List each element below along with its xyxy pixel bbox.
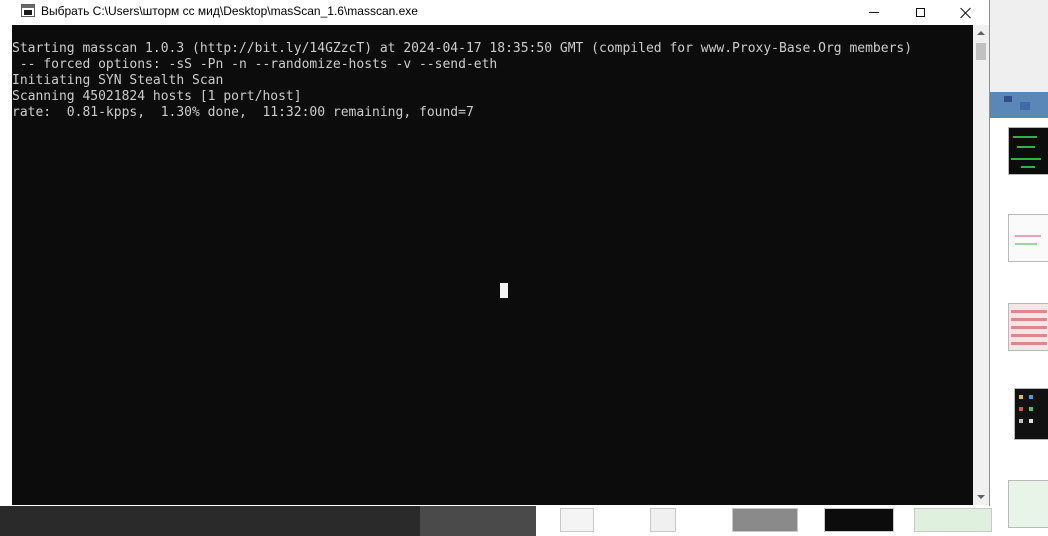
title-bar[interactable]: Выбрать C:\Users\шторм сс мид\Desktop\ma… xyxy=(0,0,989,25)
thumbnail-image[interactable] xyxy=(650,508,676,532)
thumbnail-image[interactable] xyxy=(824,508,894,532)
thumbnail-image[interactable] xyxy=(1008,480,1048,528)
minimize-button[interactable] xyxy=(851,0,897,25)
desktop-shade xyxy=(420,505,536,536)
window-title: Выбрать C:\Users\шторм сс мид\Desktop\ma… xyxy=(41,4,418,18)
console-output[interactable]: Starting masscan 1.0.3 (http://bit.ly/14… xyxy=(12,25,973,505)
console-text: Starting masscan 1.0.3 (http://bit.ly/14… xyxy=(12,41,912,121)
close-button[interactable] xyxy=(943,0,989,25)
text-cursor xyxy=(500,283,508,298)
close-icon xyxy=(960,7,972,19)
console-line: rate: 0.81-kpps, 1.30% done, 11:32:00 re… xyxy=(12,105,474,120)
console-line: Starting masscan 1.0.3 (http://bit.ly/14… xyxy=(12,41,913,56)
scroll-up-icon[interactable] xyxy=(977,31,985,35)
console-line: -- forced options: -sS -Pn -n --randomiz… xyxy=(12,57,498,72)
thumbnail-image[interactable] xyxy=(914,508,992,532)
console-icon[interactable] xyxy=(21,4,35,17)
console-line: Scanning 45021824 hosts [1 port/host] xyxy=(12,89,302,104)
window-border-left xyxy=(0,25,12,505)
maximize-button[interactable] xyxy=(897,0,943,25)
thumbnail-image[interactable] xyxy=(1008,214,1048,262)
scrollbar-thumb[interactable] xyxy=(976,43,986,60)
thumbnail-image[interactable] xyxy=(1008,303,1048,351)
desktop-background xyxy=(0,505,536,536)
thumbnail-image[interactable] xyxy=(1008,127,1048,175)
background-strip-header xyxy=(990,0,1048,92)
background-image-thumbnail xyxy=(990,92,1048,118)
console-line: Initiating SYN Stealth Scan xyxy=(12,73,224,88)
minimize-icon xyxy=(869,12,879,13)
maximize-icon xyxy=(915,8,925,17)
thumbnail-image[interactable] xyxy=(1014,388,1048,440)
thumbnail-image[interactable] xyxy=(560,508,594,532)
thumbnail-image[interactable] xyxy=(732,508,798,532)
console-window: Выбрать C:\Users\шторм сс мид\Desktop\ma… xyxy=(0,0,990,506)
scroll-down-icon[interactable] xyxy=(977,495,985,499)
vertical-scrollbar[interactable] xyxy=(973,25,989,505)
